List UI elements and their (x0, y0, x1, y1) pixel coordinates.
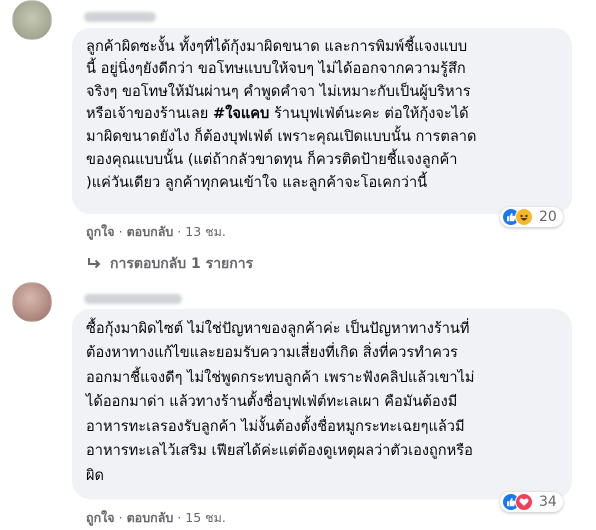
comment-line: ต้องหาทางแก้ไขและยอมรับความเสี่ยงที่เกิด… (86, 344, 458, 361)
comment-line: หรือเจ้าของร้านเลย #ใจแคบ ร้านบุฟเฟ่ต์นะ… (86, 103, 469, 126)
heart-icon (515, 493, 533, 511)
view-replies-link[interactable]: การตอบกลับ 1 รายการ (86, 253, 253, 275)
separator: · (118, 510, 123, 525)
reaction-count: 34 (539, 494, 557, 510)
like-button[interactable]: ถูกใจ (86, 510, 115, 525)
separator: · (177, 510, 182, 525)
hashtag-link[interactable]: #ใจแคบ (213, 105, 269, 122)
commenter-name[interactable] (84, 294, 182, 304)
laughing-face-icon (515, 208, 533, 226)
reaction-count: 20 (539, 209, 557, 225)
reaction-summary[interactable]: 20 (500, 207, 563, 227)
reply-arrow-icon (88, 258, 101, 269)
comment-line: จริงๆ ขอโทษให้มันผ่านๆ คำพูดคำจา ไม่เหมา… (86, 83, 471, 100)
like-button[interactable]: ถูกใจ (86, 224, 115, 239)
separator: · (177, 224, 182, 239)
separator: · (118, 224, 123, 239)
reply-button[interactable]: ตอบกลับ (127, 510, 174, 525)
avatar[interactable] (12, 282, 52, 322)
comment-line: มาผิดขนาดยังไง ก็ต้องบุฟเฟ่ต์ เพราะคุณเป… (86, 128, 477, 145)
timestamp[interactable]: 13 ชม. (185, 224, 226, 239)
reply-button[interactable]: ตอบกลับ (127, 224, 174, 239)
comment-line: นี้ อยู่นิ่งๆยังดีกว่า ขอโทษแบบให้จบๆ ไม… (86, 60, 466, 77)
commenter-name[interactable] (84, 12, 156, 22)
comment-text-segment: หรือเจ้าของร้านเลย (86, 105, 213, 122)
comment-line: อาหารทะเลไว้เสริม เฟียสได้ค่ะแต่ต้องดูเห… (86, 442, 473, 459)
comment-line: ของคุณแบบนั้น (แต่ถ้ากลัวขาดทุน ก็ควรติด… (86, 151, 458, 168)
comment-line: ได้ออกมาด่า แล้วทางร้านตั้งชื่อบุฟเฟ่ต์ท… (86, 393, 458, 410)
reaction-summary[interactable]: 34 (500, 492, 563, 512)
view-replies-label: การตอบกลับ 1 รายการ (110, 256, 254, 272)
comment-line: ผิด (86, 467, 105, 484)
comment-text-segment: ร้านบุฟเฟ่ต์นะคะ ต่อให้กุ้งจะได้ (273, 105, 469, 122)
comment-line: )แค่วันเดียว ลูกค้าทุกคนเข้าใจ และลูกค้า… (86, 174, 428, 191)
comment-actions: ถูกใจ · ตอบกลับ · 13 ชม. (86, 222, 226, 242)
comment-line: ออกมาชี้แจงดีๆ ไม่ใช่พูดกระทบลูกค้า เพรา… (86, 369, 475, 386)
comment-line: อาหารทะเลรองรับลูกค้า ไม่งั้นต้องตั้งชื่… (86, 418, 465, 435)
comment-actions: ถูกใจ · ตอบกลับ · 15 ชม. (86, 508, 226, 528)
comment-line: ลูกค้าผิดซะงั้น ทั้งๆที่ได้กุ้งมาผิดขนาด… (86, 38, 468, 55)
avatar[interactable] (12, 0, 52, 40)
timestamp[interactable]: 15 ชม. (185, 510, 226, 525)
comment-line: ซื้อกุ้งมาผิดไซต์ ไม่ใช่ปัญหาของลูกค้าค่… (86, 320, 470, 337)
